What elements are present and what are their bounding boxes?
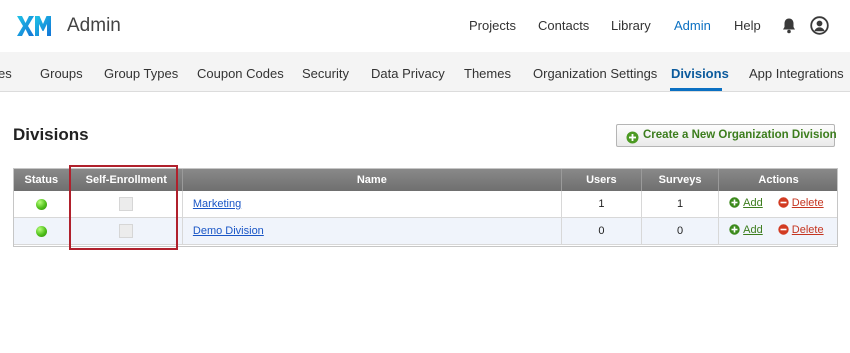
subnav-item-divisions[interactable]: Divisions — [671, 66, 729, 81]
nav-projects[interactable]: Projects — [469, 18, 516, 33]
admin-subnav: es Groups Group Types Coupon Codes Secur… — [0, 52, 850, 92]
add-circle-icon — [729, 197, 740, 208]
add-label: Add — [743, 223, 763, 236]
status-green-icon — [35, 225, 47, 237]
self-enrollment-checkbox[interactable] — [119, 197, 134, 211]
name-cell: Marketing — [182, 191, 562, 218]
self-enrollment-cell — [70, 217, 183, 245]
app-title: Admin — [67, 15, 121, 36]
nav-library[interactable]: Library — [611, 18, 651, 33]
status-green-icon — [35, 198, 47, 210]
create-division-button[interactable]: Create a New Organization Division — [616, 124, 837, 147]
subnav-item-partial[interactable]: es — [0, 66, 12, 81]
name-cell: Demo Division — [182, 217, 562, 245]
status-cell — [13, 217, 71, 245]
column-header-name[interactable]: Name — [182, 168, 562, 191]
page-title: Divisions — [13, 125, 89, 144]
create-division-label: Create a New Organization Division — [643, 129, 837, 141]
users-count: 1 — [561, 191, 642, 218]
column-header-surveys[interactable]: Surveys — [641, 168, 720, 191]
table-header-row: Status Self-Enrollment Name Users Survey… — [13, 168, 838, 191]
subnav-item-organization-settings[interactable]: Organization Settings — [533, 66, 657, 81]
add-circle-icon — [729, 224, 740, 235]
divisions-table: Status Self-Enrollment Name Users Survey… — [13, 168, 838, 245]
bell-icon[interactable] — [781, 17, 797, 34]
nav-contacts[interactable]: Contacts — [538, 18, 589, 33]
actions-cell: Add Delete — [718, 191, 838, 218]
surveys-count: 0 — [641, 217, 720, 245]
column-header-status[interactable]: Status — [13, 168, 71, 191]
delete-circle-icon — [778, 197, 789, 208]
column-header-users[interactable]: Users — [561, 168, 642, 191]
add-action[interactable]: Add — [729, 197, 763, 209]
delete-label: Delete — [791, 196, 824, 209]
delete-action[interactable]: Delete — [778, 224, 824, 236]
subnav-item-group-types[interactable]: Group Types — [104, 66, 178, 81]
subnav-item-themes[interactable]: Themes — [464, 66, 511, 81]
delete-label: Delete — [791, 223, 824, 236]
delete-action[interactable]: Delete — [778, 197, 824, 209]
subnav-item-data-privacy[interactable]: Data Privacy — [371, 66, 445, 81]
nav-help[interactable]: Help — [734, 18, 761, 33]
add-label: Add — [743, 196, 763, 209]
subnav-item-security[interactable]: Security — [302, 66, 349, 81]
self-enrollment-cell — [70, 191, 183, 218]
subnav-item-groups[interactable]: Groups — [40, 66, 83, 81]
xm-logo-icon[interactable] — [16, 14, 52, 38]
user-icon[interactable] — [810, 16, 829, 35]
column-header-actions: Actions — [718, 168, 838, 191]
surveys-count: 1 — [641, 191, 720, 218]
division-name-link[interactable]: Marketing — [193, 198, 241, 210]
active-tab-indicator — [670, 88, 722, 91]
table-row: Marketing 1 1 Add Delete — [13, 191, 838, 218]
nav-admin[interactable]: Admin — [674, 18, 711, 33]
division-name-link[interactable]: Demo Division — [193, 225, 264, 237]
column-header-self-enrollment[interactable]: Self-Enrollment — [70, 168, 183, 191]
subnav-item-coupon-codes[interactable]: Coupon Codes — [197, 66, 284, 81]
subnav-item-app-integrations[interactable]: App Integrations — [749, 66, 844, 81]
self-enrollment-checkbox[interactable] — [119, 224, 134, 238]
plus-circle-icon — [626, 131, 639, 144]
top-header: Admin Projects Contacts Library Admin He… — [0, 0, 850, 52]
actions-cell: Add Delete — [718, 217, 838, 245]
add-action[interactable]: Add — [729, 224, 763, 236]
status-cell — [13, 191, 71, 218]
delete-circle-icon — [778, 224, 789, 235]
users-count: 0 — [561, 217, 642, 245]
table-row: Demo Division 0 0 Add Delete — [13, 217, 838, 245]
